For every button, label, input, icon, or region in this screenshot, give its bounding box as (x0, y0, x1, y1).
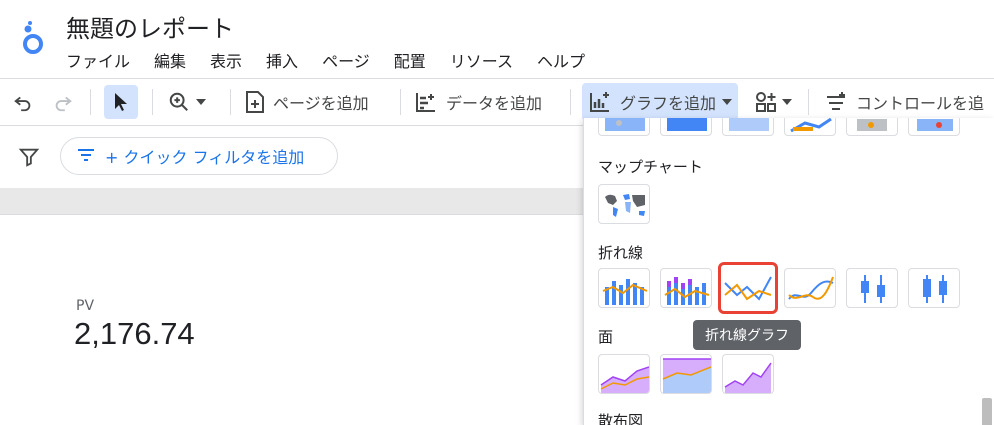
menu-view[interactable]: 表示 (210, 48, 242, 72)
chevron-down-icon (196, 99, 206, 105)
add-chart-label: グラフを追加 (620, 94, 717, 113)
chart-option-line-chart[interactable] (718, 262, 778, 314)
toolbar-divider (152, 89, 153, 115)
filter-list-icon (77, 147, 105, 166)
toolbar-divider (808, 89, 809, 115)
add-data-button[interactable]: データを追加 (414, 79, 542, 125)
chart-option-candlestick[interactable] (846, 268, 898, 308)
toolbar-divider (400, 89, 401, 115)
scorecard-label: PV (76, 298, 95, 314)
toolbar-divider (90, 89, 91, 115)
menu-help[interactable]: ヘルプ (537, 48, 585, 72)
chart-option-combo-chart[interactable] (598, 268, 650, 308)
menu-file[interactable]: ファイル (66, 48, 130, 72)
chart-option-map-variant[interactable] (784, 118, 836, 136)
undo-button[interactable] (12, 79, 34, 125)
zoom-in-icon (168, 91, 190, 113)
quick-filter-label: + クイック フィルタを追加 (105, 148, 305, 167)
scorecard-value[interactable]: 2,176.74 (74, 316, 195, 352)
looker-studio-logo (18, 20, 48, 56)
chart-option-map-variant[interactable] (908, 118, 960, 136)
menu-edit[interactable]: 編集 (154, 48, 186, 72)
toolbar-divider (230, 89, 231, 115)
section-map-chart: マップチャート (598, 158, 703, 176)
chart-option-smooth-line-chart[interactable] (784, 268, 836, 308)
add-control-label: コントロールを追 (856, 94, 985, 113)
add-chart-icon (588, 90, 612, 114)
chart-option-map-variant[interactable] (846, 118, 898, 136)
add-page-label: ページを追加 (273, 94, 369, 113)
add-chart-button[interactable]: グラフを追加 (582, 83, 739, 121)
undo-icon (12, 91, 34, 113)
redo-icon (52, 91, 74, 113)
app-header: 無題のレポート ファイル 編集 表示 挿入 ページ 配置 リソース ヘルプ (0, 0, 994, 78)
add-page-button[interactable]: ページを追加 (245, 79, 369, 125)
menu-insert[interactable]: 挿入 (266, 48, 298, 72)
section-line: 折れ線 (598, 244, 644, 262)
menu-arrange[interactable]: 配置 (394, 48, 426, 72)
report-title[interactable]: 無題のレポート (66, 9, 234, 44)
chart-option-map-variant[interactable] (660, 118, 712, 136)
control-icon (824, 90, 848, 114)
filter-icon[interactable] (18, 146, 40, 172)
chart-option-area-chart[interactable] (598, 354, 650, 394)
section-area: 面 (598, 328, 614, 346)
menu-resources[interactable]: リソース (450, 48, 513, 72)
chart-picker-panel: マップチャート 折れ線 面 散布図 (583, 118, 994, 425)
chart-option-stacked-area[interactable] (660, 354, 712, 394)
menu-page[interactable]: ページ (322, 48, 370, 72)
redo-button[interactable] (52, 79, 74, 125)
zoom-button[interactable] (168, 79, 206, 125)
chevron-down-icon (722, 99, 733, 105)
chart-option-map-variant[interactable] (722, 118, 774, 136)
menu-bar: ファイル 編集 表示 挿入 ページ 配置 リソース ヘルプ (66, 48, 609, 72)
section-scatter: 散布図 (598, 412, 644, 425)
add-data-icon (414, 90, 438, 114)
select-tool-button[interactable] (104, 85, 138, 119)
cursor-icon (113, 92, 129, 112)
chart-option-candlestick-filled[interactable] (908, 268, 960, 308)
add-page-icon (245, 90, 265, 114)
add-data-label: データを追加 (446, 94, 543, 113)
chart-option-map-variant[interactable] (598, 118, 650, 136)
panel-scrollbar[interactable] (982, 398, 992, 425)
chart-option-geo-map[interactable] (598, 184, 650, 224)
chart-option-stacked-combo[interactable] (660, 268, 712, 308)
quick-filter-button[interactable]: + クイック フィルタを追加 (60, 137, 338, 175)
chart-tooltip: 折れ線グラフ (693, 320, 801, 350)
toolbar-divider (570, 89, 571, 115)
chevron-down-icon (782, 99, 792, 105)
component-icon (754, 90, 778, 114)
chart-option-stepped-area[interactable] (722, 354, 774, 394)
